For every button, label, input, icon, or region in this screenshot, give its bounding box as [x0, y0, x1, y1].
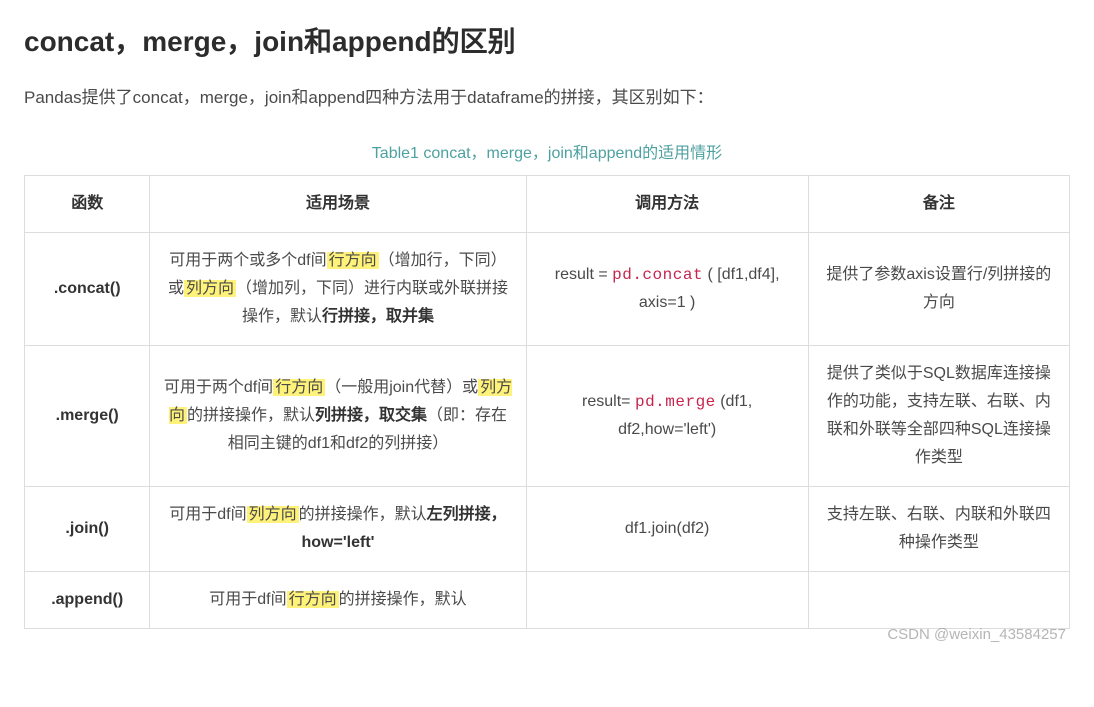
code-snippet: pd.merge: [635, 393, 716, 411]
table-header-row: 函数 适用场景 调用方法 备注: [25, 176, 1070, 233]
call-cell-append: [526, 572, 808, 629]
table-row: .join() 可用于df间列方向的拼接操作，默认左列拼接，how='left'…: [25, 487, 1070, 572]
highlight: 行方向: [287, 591, 339, 608]
header-scene: 适用场景: [150, 176, 526, 233]
header-call: 调用方法: [526, 176, 808, 233]
call-cell-merge: result= pd.merge (df1, df2,how='left'): [526, 346, 808, 487]
note-cell-concat: 提供了参数axis设置行/列拼接的方向: [808, 233, 1069, 346]
note-cell-append: [808, 572, 1069, 629]
table-row: .append() 可用于df间行方向的拼接操作，默认: [25, 572, 1070, 629]
call-cell-join: df1.join(df2): [526, 487, 808, 572]
func-cell-concat: .concat(): [25, 233, 150, 346]
highlight: 行方向: [273, 379, 325, 396]
highlight: 列方向: [184, 280, 236, 297]
highlight: 列方向: [247, 506, 299, 523]
scene-cell-join: 可用于df间列方向的拼接操作，默认左列拼接，how='left': [150, 487, 526, 572]
scene-cell-merge: 可用于两个df间行方向（一般用join代替）或列方向的拼接操作，默认列拼接，取交…: [150, 346, 526, 487]
page-title: concat，merge，join和append的区别: [24, 20, 1070, 60]
func-cell-append: .append(): [25, 572, 150, 629]
intro-paragraph: Pandas提供了concat，merge，join和append四种方法用于d…: [24, 84, 1070, 111]
note-cell-merge: 提供了类似于SQL数据库连接操作的功能，支持左联、右联、内联和外联等全部四种SQ…: [808, 346, 1069, 487]
comparison-table: 函数 适用场景 调用方法 备注 .concat() 可用于两个或多个df间行方向…: [24, 175, 1070, 629]
header-func: 函数: [25, 176, 150, 233]
call-cell-concat: result = pd.concat ( [df1,df4], axis=1 ): [526, 233, 808, 346]
table-row: .merge() 可用于两个df间行方向（一般用join代替）或列方向的拼接操作…: [25, 346, 1070, 487]
header-note: 备注: [808, 176, 1069, 233]
func-cell-join: .join(): [25, 487, 150, 572]
highlight: 行方向: [327, 252, 379, 269]
scene-cell-concat: 可用于两个或多个df间行方向（增加行，下同）或列方向（增加列，下同）进行内联或外…: [150, 233, 526, 346]
note-cell-join: 支持左联、右联、内联和外联四种操作类型: [808, 487, 1069, 572]
table-caption: Table1 concat，merge，join和append的适用情形: [24, 139, 1070, 163]
code-snippet: pd.concat: [612, 266, 703, 284]
func-cell-merge: .merge(): [25, 346, 150, 487]
scene-cell-append: 可用于df间行方向的拼接操作，默认: [150, 572, 526, 629]
table-row: .concat() 可用于两个或多个df间行方向（增加行，下同）或列方向（增加列…: [25, 233, 1070, 346]
